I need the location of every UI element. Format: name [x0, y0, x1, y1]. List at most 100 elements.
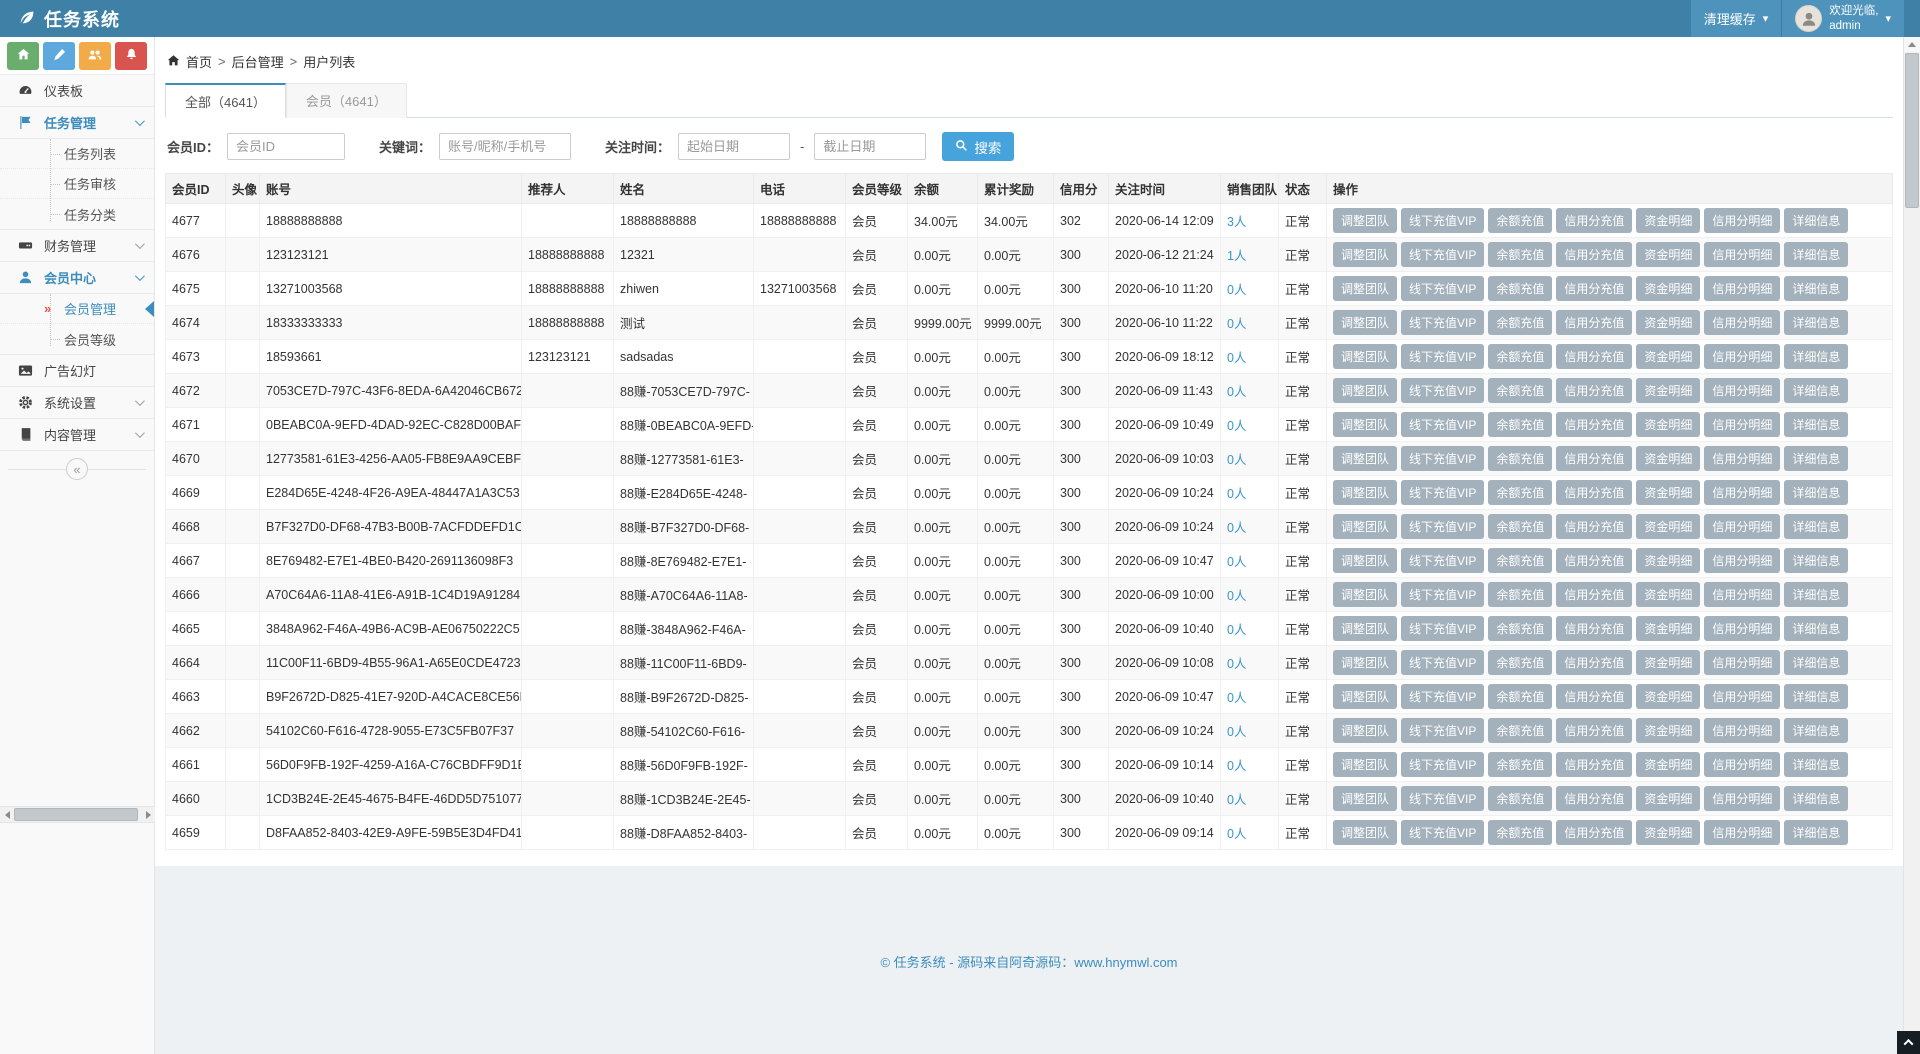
action-button[interactable]: 线下充值VIP — [1401, 650, 1484, 675]
action-button[interactable]: 资金明细 — [1636, 208, 1700, 233]
team-link[interactable]: 1人 — [1227, 249, 1246, 263]
action-button[interactable]: 余额充值 — [1488, 378, 1552, 403]
action-button[interactable]: 信用分明细 — [1704, 276, 1780, 301]
action-button[interactable]: 线下充值VIP — [1401, 582, 1484, 607]
action-button[interactable]: 详细信息 — [1784, 548, 1848, 573]
action-button[interactable]: 资金明细 — [1636, 650, 1700, 675]
team-link[interactable]: 0人 — [1227, 725, 1246, 739]
action-button[interactable]: 信用分充值 — [1556, 514, 1632, 539]
vertical-scroll-thumb[interactable] — [1905, 53, 1919, 208]
action-button[interactable]: 详细信息 — [1784, 616, 1848, 641]
action-button[interactable]: 资金明细 — [1636, 242, 1700, 267]
action-button[interactable]: 资金明细 — [1636, 412, 1700, 437]
action-button[interactable]: 余额充值 — [1488, 820, 1552, 845]
action-button[interactable]: 信用分明细 — [1704, 378, 1780, 403]
action-button[interactable]: 余额充值 — [1488, 480, 1552, 505]
scroll-left-arrow[interactable] — [0, 807, 14, 822]
action-button[interactable]: 线下充值VIP — [1401, 412, 1484, 437]
sidebar-item-content-management[interactable]: 内容管理 — [0, 419, 154, 451]
action-button[interactable]: 线下充值VIP — [1401, 786, 1484, 811]
action-button[interactable]: 调整团队 — [1333, 650, 1397, 675]
team-link[interactable]: 0人 — [1227, 283, 1246, 297]
action-button[interactable]: 信用分明细 — [1704, 820, 1780, 845]
action-button[interactable]: 信用分明细 — [1704, 480, 1780, 505]
action-button[interactable]: 信用分充值 — [1556, 446, 1632, 471]
sidebar-item-task-management[interactable]: 任务管理 — [0, 107, 154, 139]
action-button[interactable]: 调整团队 — [1333, 616, 1397, 641]
action-button[interactable]: 信用分充值 — [1556, 310, 1632, 335]
team-link[interactable]: 0人 — [1227, 759, 1246, 773]
action-button[interactable]: 信用分充值 — [1556, 412, 1632, 437]
action-button[interactable]: 资金明细 — [1636, 276, 1700, 301]
user-menu[interactable]: 欢迎光临,admin ▾ — [1781, 0, 1904, 37]
sidebar-item-member-level[interactable]: 会员等级 — [0, 324, 154, 354]
team-link[interactable]: 0人 — [1227, 793, 1246, 807]
action-button[interactable]: 信用分明细 — [1704, 446, 1780, 471]
horizontal-scroll-thumb[interactable] — [14, 808, 138, 821]
breadcrumb-home[interactable]: 首页 — [186, 52, 212, 71]
action-button[interactable]: 调整团队 — [1333, 446, 1397, 471]
action-button[interactable]: 详细信息 — [1784, 344, 1848, 369]
team-link[interactable]: 0人 — [1227, 453, 1246, 467]
team-link[interactable]: 0人 — [1227, 623, 1246, 637]
sidebar-item-task-category[interactable]: 任务分类 — [0, 199, 154, 229]
action-button[interactable]: 信用分明细 — [1704, 548, 1780, 573]
action-button[interactable]: 资金明细 — [1636, 718, 1700, 743]
action-button[interactable]: 余额充值 — [1488, 684, 1552, 709]
action-button[interactable]: 资金明细 — [1636, 344, 1700, 369]
action-button[interactable]: 详细信息 — [1784, 820, 1848, 845]
action-button[interactable]: 信用分明细 — [1704, 718, 1780, 743]
action-button[interactable]: 调整团队 — [1333, 208, 1397, 233]
sidebar-item-member-management[interactable]: » 会员管理 — [0, 294, 154, 324]
action-button[interactable]: 资金明细 — [1636, 820, 1700, 845]
members-button[interactable] — [79, 42, 111, 70]
action-button[interactable]: 资金明细 — [1636, 446, 1700, 471]
action-button[interactable]: 线下充值VIP — [1401, 480, 1484, 505]
action-button[interactable]: 资金明细 — [1636, 548, 1700, 573]
action-button[interactable]: 资金明细 — [1636, 582, 1700, 607]
action-button[interactable]: 调整团队 — [1333, 412, 1397, 437]
sidebar-item-dashboard[interactable]: 仪表板 — [0, 75, 154, 107]
action-button[interactable]: 余额充值 — [1488, 514, 1552, 539]
action-button[interactable]: 资金明细 — [1636, 752, 1700, 777]
action-button[interactable]: 信用分充值 — [1556, 752, 1632, 777]
action-button[interactable]: 详细信息 — [1784, 684, 1848, 709]
action-button[interactable]: 调整团队 — [1333, 378, 1397, 403]
action-button[interactable]: 详细信息 — [1784, 752, 1848, 777]
action-button[interactable]: 线下充值VIP — [1401, 276, 1484, 301]
action-button[interactable]: 详细信息 — [1784, 650, 1848, 675]
action-button[interactable]: 余额充值 — [1488, 242, 1552, 267]
action-button[interactable]: 余额充值 — [1488, 616, 1552, 641]
clear-cache-button[interactable]: 清理缓存 ▾ — [1691, 0, 1782, 37]
scroll-right-arrow[interactable] — [141, 807, 155, 822]
home-button[interactable] — [7, 42, 39, 70]
collapse-sidebar-button[interactable]: « — [66, 458, 88, 480]
action-button[interactable]: 资金明细 — [1636, 616, 1700, 641]
horizontal-scrollbar[interactable] — [0, 806, 155, 823]
action-button[interactable]: 线下充值VIP — [1401, 820, 1484, 845]
action-button[interactable]: 余额充值 — [1488, 412, 1552, 437]
back-to-top-button[interactable] — [1897, 1031, 1920, 1054]
action-button[interactable]: 余额充值 — [1488, 276, 1552, 301]
action-button[interactable]: 调整团队 — [1333, 582, 1397, 607]
action-button[interactable]: 线下充值VIP — [1401, 208, 1484, 233]
action-button[interactable]: 线下充值VIP — [1401, 752, 1484, 777]
action-button[interactable]: 信用分明细 — [1704, 616, 1780, 641]
action-button[interactable]: 调整团队 — [1333, 786, 1397, 811]
action-button[interactable]: 信用分明细 — [1704, 514, 1780, 539]
action-button[interactable]: 信用分充值 — [1556, 480, 1632, 505]
breadcrumb-user-list[interactable]: 用户列表 — [303, 52, 355, 71]
team-link[interactable]: 0人 — [1227, 317, 1246, 331]
action-button[interactable]: 信用分充值 — [1556, 378, 1632, 403]
action-button[interactable]: 信用分明细 — [1704, 582, 1780, 607]
action-button[interactable]: 调整团队 — [1333, 752, 1397, 777]
sidebar-item-system-settings[interactable]: 系统设置 — [0, 387, 154, 419]
action-button[interactable]: 线下充值VIP — [1401, 514, 1484, 539]
action-button[interactable]: 调整团队 — [1333, 344, 1397, 369]
action-button[interactable]: 信用分明细 — [1704, 412, 1780, 437]
action-button[interactable]: 详细信息 — [1784, 310, 1848, 335]
team-link[interactable]: 0人 — [1227, 487, 1246, 501]
action-button[interactable]: 信用分明细 — [1704, 786, 1780, 811]
action-button[interactable]: 详细信息 — [1784, 718, 1848, 743]
action-button[interactable]: 信用分充值 — [1556, 582, 1632, 607]
